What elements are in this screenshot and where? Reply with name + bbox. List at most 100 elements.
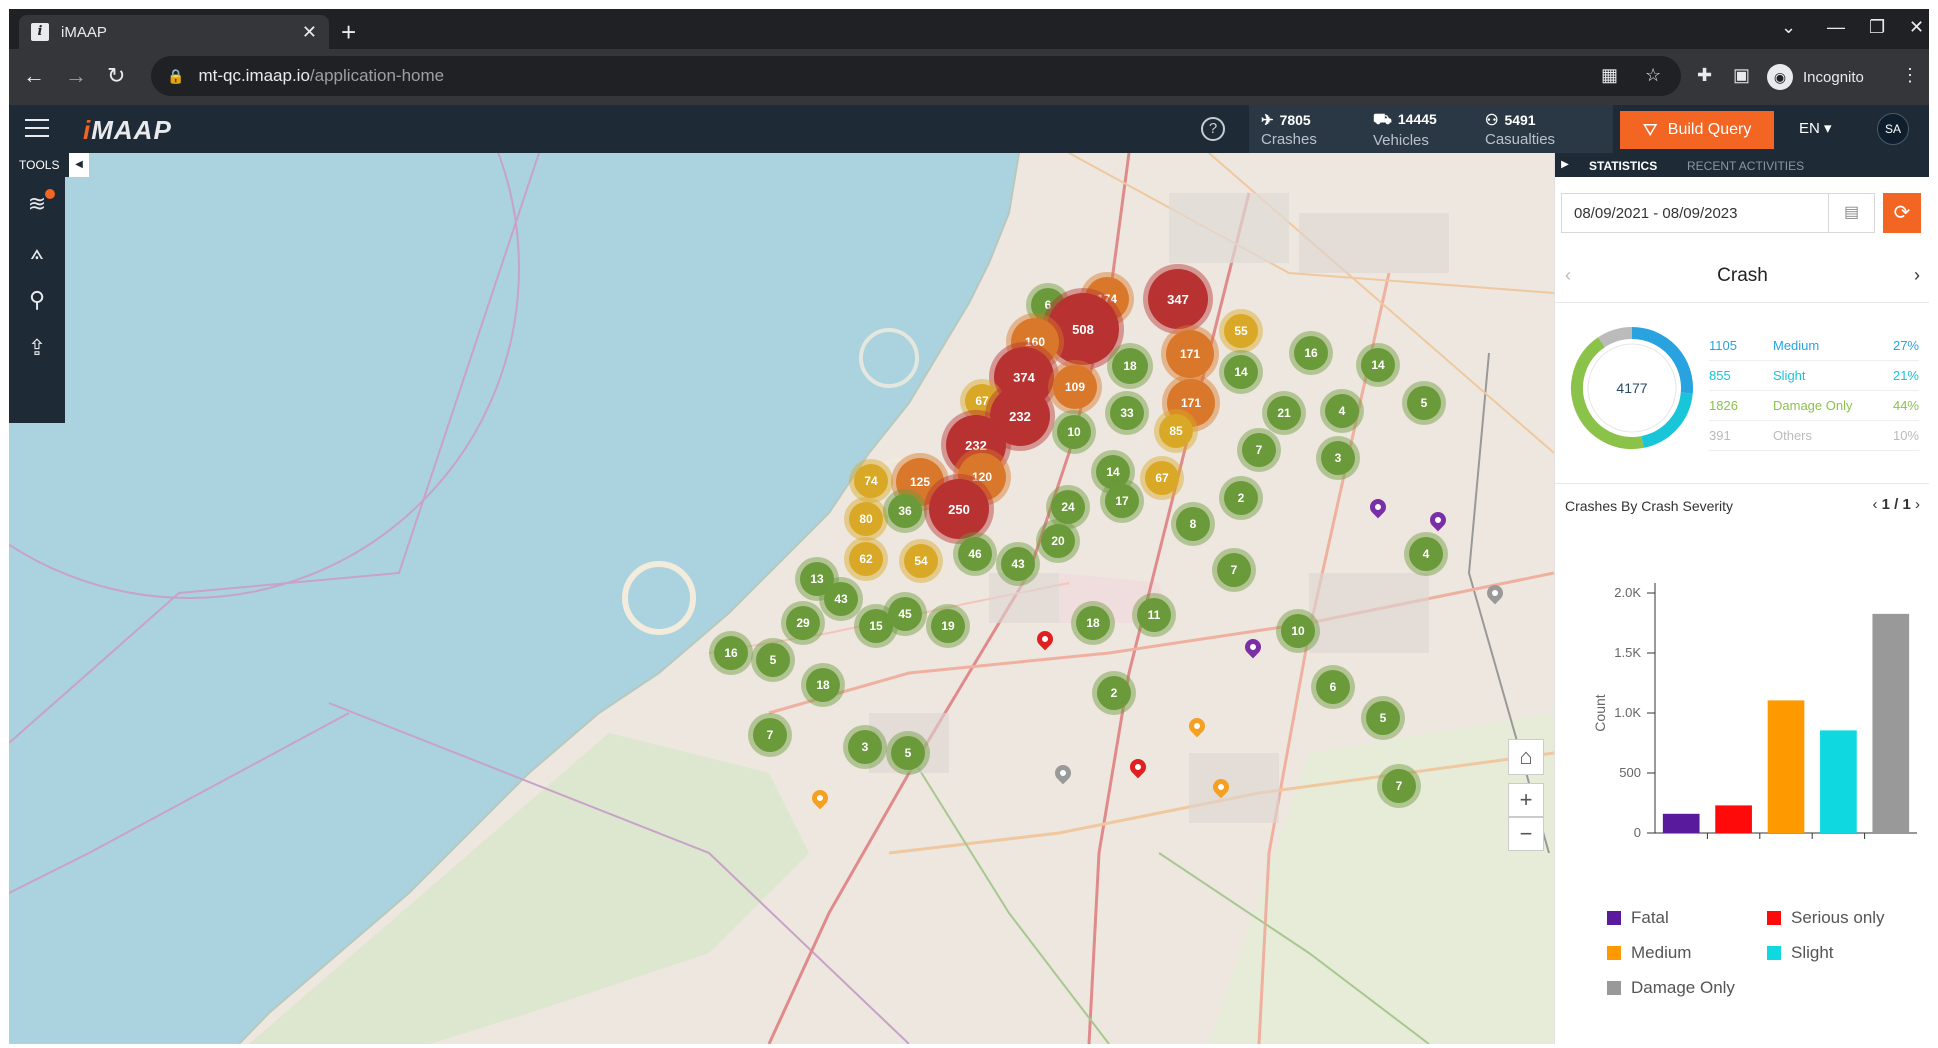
forward-icon[interactable]: → bbox=[65, 63, 87, 89]
back-icon[interactable]: ← bbox=[23, 63, 45, 89]
cluster-count: 7 bbox=[1217, 553, 1251, 587]
legend-item[interactable]: Slight bbox=[1767, 943, 1834, 963]
tab-search-icon[interactable]: ⌄ bbox=[1781, 17, 1796, 38]
lock-icon: 🔒 bbox=[167, 67, 185, 84]
crash-cluster-marker[interactable]: 2 bbox=[1219, 476, 1263, 520]
restore-icon[interactable]: ❐ bbox=[1869, 17, 1885, 38]
cluster-count: 18 bbox=[1076, 606, 1110, 640]
crash-cluster-marker[interactable]: 46 bbox=[953, 532, 997, 576]
qr-code-icon[interactable]: ▦ bbox=[1601, 65, 1618, 86]
crash-cluster-marker[interactable]: 55 bbox=[1219, 309, 1263, 353]
crash-cluster-marker[interactable]: 33 bbox=[1105, 391, 1149, 435]
crash-cluster-marker[interactable]: 11 bbox=[1132, 593, 1176, 637]
chart-pager[interactable]: ‹ 1 / 1 › bbox=[1872, 496, 1920, 513]
tab-recent-activities[interactable]: RECENT ACTIVITIES bbox=[1687, 159, 1804, 173]
build-query-button[interactable]: ⛛ Build Query bbox=[1620, 111, 1774, 149]
crash-cluster-marker[interactable]: 36 bbox=[883, 489, 927, 533]
date-range-picker[interactable]: 08/09/2021 - 08/09/2023 ▤ bbox=[1561, 193, 1875, 233]
crash-cluster-marker[interactable]: 67 bbox=[1140, 456, 1184, 500]
tab-statistics[interactable]: STATISTICS bbox=[1589, 159, 1657, 173]
legend-item[interactable]: Fatal bbox=[1607, 908, 1669, 928]
crash-cluster-marker[interactable]: 20 bbox=[1036, 519, 1080, 563]
user-avatar[interactable]: SA bbox=[1877, 113, 1909, 145]
crash-cluster-marker[interactable]: 19 bbox=[926, 604, 970, 648]
crash-cluster-marker[interactable]: 17 bbox=[1100, 479, 1144, 523]
crash-cluster-marker[interactable]: 5 bbox=[751, 638, 795, 682]
crash-cluster-marker[interactable]: 109 bbox=[1048, 360, 1102, 414]
incognito-profile[interactable]: ◉ Incognito bbox=[1767, 59, 1864, 95]
crash-cluster-marker[interactable]: 5 bbox=[886, 731, 930, 775]
crash-cluster-marker[interactable]: 18 bbox=[801, 663, 845, 707]
language-select[interactable]: EN ▾ bbox=[1799, 119, 1832, 137]
crash-cluster-marker[interactable]: 4 bbox=[1404, 532, 1448, 576]
crash-cluster-marker[interactable]: 6 bbox=[1311, 665, 1355, 709]
crash-cluster-marker[interactable]: 3 bbox=[843, 725, 887, 769]
new-tab-button[interactable]: + bbox=[341, 19, 356, 45]
crash-cluster-marker[interactable]: 43 bbox=[996, 542, 1040, 586]
zoom-in-button[interactable]: + bbox=[1508, 783, 1544, 817]
crash-cluster-marker[interactable]: 7 bbox=[748, 713, 792, 757]
crash-cluster-marker[interactable]: 21 bbox=[1262, 391, 1306, 435]
legend-item[interactable]: Medium bbox=[1607, 943, 1691, 963]
map-canvas[interactable]: 6 174 347 508 160 55 171 18 14 16 14 374 109 67 232 33 1… bbox=[9, 153, 1554, 1044]
crash-breakdown-list: 1105 Medium 27% 855 Slight 21% 1826 Damage Only… bbox=[1709, 331, 1919, 451]
collapse-panel-icon[interactable]: ▶ bbox=[1555, 153, 1575, 177]
crash-cluster-marker[interactable]: 18 bbox=[1107, 343, 1153, 389]
crash-cluster-marker[interactable]: 45 bbox=[883, 592, 927, 636]
crash-cluster-marker[interactable]: 5 bbox=[1402, 381, 1446, 425]
map-background bbox=[9, 153, 1554, 1044]
crash-cluster-marker[interactable]: 7 bbox=[1212, 548, 1256, 592]
crash-cluster-marker[interactable]: 16 bbox=[709, 631, 753, 675]
help-icon[interactable]: ? bbox=[1201, 117, 1225, 141]
crash-cluster-marker[interactable]: 74 bbox=[849, 459, 893, 503]
y-tick-label: 500 bbox=[1619, 765, 1641, 780]
crash-cluster-marker[interactable]: 14 bbox=[1356, 343, 1400, 387]
crash-cluster-marker[interactable]: 8 bbox=[1171, 502, 1215, 546]
location-pin-icon[interactable]: ⚲ bbox=[23, 287, 51, 315]
legend-item[interactable]: Serious only bbox=[1767, 908, 1885, 928]
crash-cluster-marker[interactable]: 54 bbox=[899, 539, 943, 583]
bar-damage-only bbox=[1872, 613, 1910, 833]
crash-cluster-marker[interactable]: 16 bbox=[1289, 331, 1333, 375]
crash-cluster-marker[interactable]: 80 bbox=[844, 497, 888, 541]
calendar-icon[interactable]: ▤ bbox=[1828, 194, 1874, 232]
refresh-button[interactable]: ⟳ bbox=[1883, 193, 1921, 233]
menu-kebab-icon[interactable]: ⋮ bbox=[1901, 65, 1919, 86]
close-tab-icon[interactable]: ✕ bbox=[302, 22, 317, 43]
reload-icon[interactable]: ↻ bbox=[107, 63, 125, 89]
crash-cluster-marker[interactable]: 29 bbox=[781, 601, 825, 645]
crash-cluster-marker[interactable]: 7 bbox=[1237, 428, 1281, 472]
extensions-icon[interactable]: ✚ bbox=[1697, 65, 1712, 86]
bar-serious-only bbox=[1715, 805, 1752, 833]
crash-cluster-marker[interactable]: 18 bbox=[1071, 601, 1115, 645]
bar-fatal bbox=[1662, 813, 1700, 833]
address-bar[interactable]: 🔒 mt-qc.imaap.io /application-home bbox=[151, 56, 1681, 96]
home-view-button[interactable]: ⌂ bbox=[1508, 739, 1544, 775]
bookmark-star-icon[interactable]: ☆ bbox=[1645, 65, 1661, 86]
hamburger-menu-icon[interactable] bbox=[25, 119, 49, 137]
browser-tab[interactable]: i iMAAP ✕ bbox=[19, 15, 329, 49]
crash-cluster-marker[interactable]: 10 bbox=[1052, 410, 1096, 454]
side-panel-icon[interactable]: ▣ bbox=[1733, 65, 1750, 86]
share-export-icon[interactable]: ⇪ bbox=[23, 335, 51, 363]
crash-cluster-marker[interactable]: 14 bbox=[1219, 350, 1263, 394]
collapse-tools-icon[interactable]: ◀ bbox=[69, 153, 89, 177]
window-close-icon[interactable]: ✕ bbox=[1909, 17, 1924, 38]
crash-cluster-marker[interactable]: 4 bbox=[1320, 389, 1364, 433]
crash-cluster-marker[interactable]: 3 bbox=[1316, 436, 1360, 480]
crash-cluster-marker[interactable]: 7 bbox=[1377, 764, 1421, 808]
crash-cluster-marker[interactable]: 85 bbox=[1154, 409, 1198, 453]
cluster-count: 18 bbox=[1112, 348, 1148, 384]
next-section-icon[interactable]: › bbox=[1914, 265, 1920, 286]
crash-cluster-marker[interactable]: 5 bbox=[1361, 696, 1405, 740]
crash-cluster-marker[interactable]: 10 bbox=[1276, 609, 1320, 653]
crash-cluster-marker[interactable]: 347 bbox=[1143, 264, 1213, 334]
measure-icon[interactable]: ⟑ bbox=[23, 239, 51, 267]
crash-cluster-marker[interactable]: 62 bbox=[844, 537, 888, 581]
cluster-count: 21 bbox=[1267, 396, 1301, 430]
breakdown-label: Others bbox=[1773, 428, 1813, 443]
crash-cluster-marker[interactable]: 2 bbox=[1092, 671, 1136, 715]
minimize-icon[interactable]: — bbox=[1827, 17, 1845, 38]
legend-item[interactable]: Damage Only bbox=[1607, 978, 1735, 998]
zoom-out-button[interactable]: − bbox=[1508, 817, 1544, 851]
